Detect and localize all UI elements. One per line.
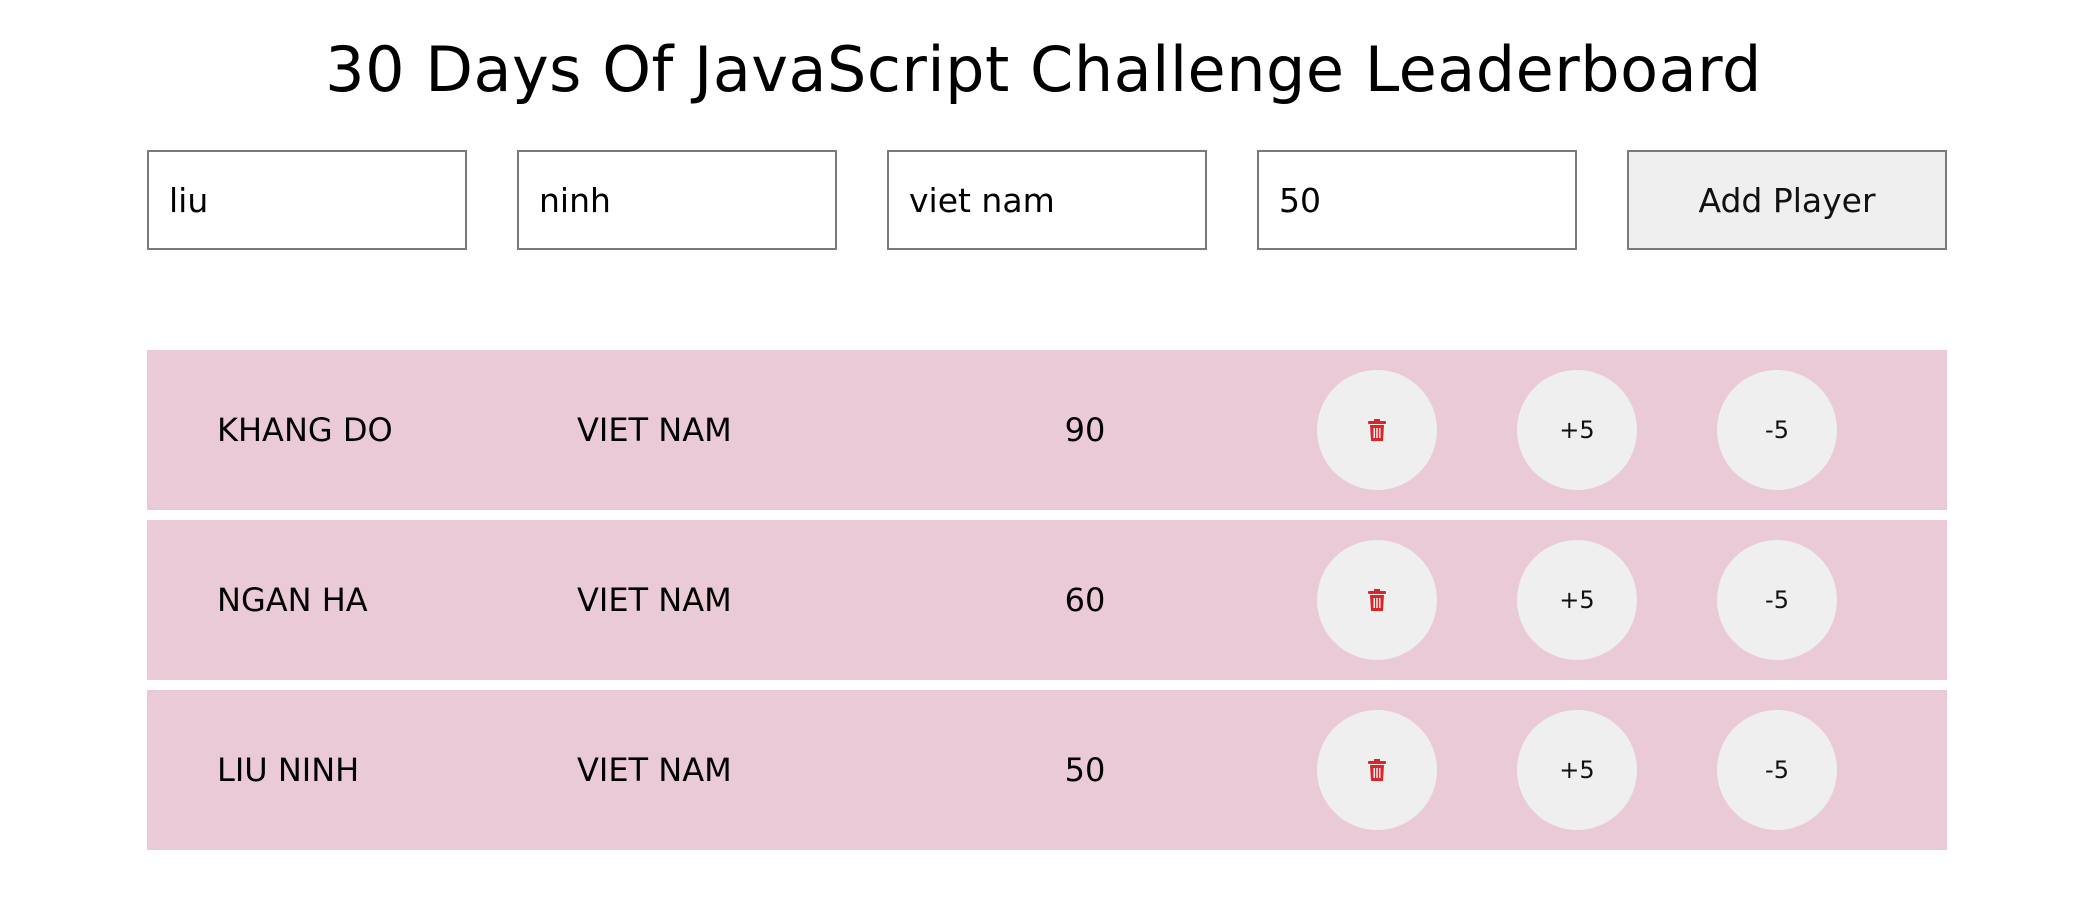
- page-title: 30 Days Of JavaScript Challenge Leaderbo…: [325, 33, 1762, 106]
- subtract-five-button[interactable]: -5: [1717, 370, 1837, 490]
- player-country: VIET NAM: [577, 411, 732, 449]
- add-five-button[interactable]: +5: [1517, 370, 1637, 490]
- delete-player-button[interactable]: [1317, 710, 1437, 830]
- subtract-five-button[interactable]: -5: [1717, 710, 1837, 830]
- player-score: 90: [1064, 411, 1106, 449]
- player-name: NGAN HA: [217, 581, 368, 619]
- country-input[interactable]: [887, 150, 1207, 250]
- player-row: NGAN HA VIET NAM 60 +5 -5: [147, 520, 1947, 680]
- delete-player-button[interactable]: [1317, 540, 1437, 660]
- leaderboard-page: 30 Days Of JavaScript Challenge Leaderbo…: [0, 0, 2087, 902]
- add-player-form: Add Player: [147, 150, 1947, 250]
- last-name-input[interactable]: [517, 150, 837, 250]
- add-player-button[interactable]: Add Player: [1627, 150, 1947, 250]
- player-country: VIET NAM: [577, 581, 732, 619]
- delete-player-button[interactable]: [1317, 370, 1437, 490]
- trash-icon: [1368, 419, 1386, 441]
- player-score: 50: [1064, 751, 1106, 789]
- add-five-button[interactable]: +5: [1517, 710, 1637, 830]
- add-five-button[interactable]: +5: [1517, 540, 1637, 660]
- first-name-input[interactable]: [147, 150, 467, 250]
- player-row: LIU NINH VIET NAM 50 +5 -5: [147, 690, 1947, 850]
- player-country: VIET NAM: [577, 751, 732, 789]
- player-row: KHANG DO VIET NAM 90 +5 -5: [147, 350, 1947, 510]
- trash-icon: [1368, 589, 1386, 611]
- trash-icon: [1368, 759, 1386, 781]
- score-input[interactable]: [1257, 150, 1577, 250]
- player-score: 60: [1064, 581, 1106, 619]
- subtract-five-button[interactable]: -5: [1717, 540, 1837, 660]
- player-name: KHANG DO: [217, 411, 393, 449]
- leaderboard-list: KHANG DO VIET NAM 90 +5 -5 NGAN HA VIET …: [147, 350, 1947, 860]
- player-name: LIU NINH: [217, 751, 360, 789]
